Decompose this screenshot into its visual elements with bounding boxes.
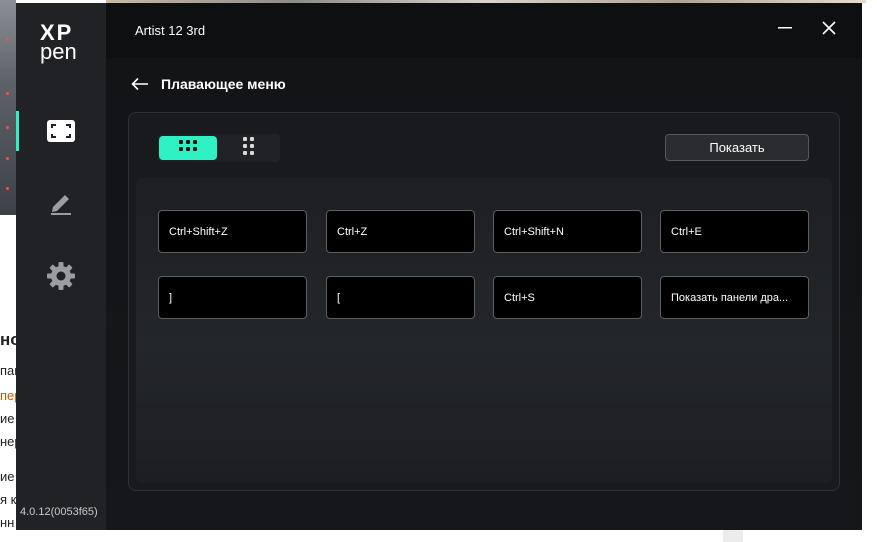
shortcut-key-8[interactable]: Показать панели дра... (660, 276, 809, 319)
shortcut-key-2[interactable]: Ctrl+Z (326, 210, 475, 253)
grid-view-button[interactable] (159, 136, 217, 160)
minimize-icon (777, 20, 793, 41)
shortcut-key-3[interactable]: Ctrl+Shift+N (493, 210, 642, 253)
screen-frame-icon (46, 119, 76, 143)
background-text: но (0, 330, 16, 349)
sidebar-item-settings[interactable] (16, 248, 106, 304)
background-text: я к (0, 492, 16, 507)
shortcut-key-7[interactable]: Ctrl+S (493, 276, 642, 319)
close-button[interactable] (814, 17, 844, 43)
page-header: Плавающее меню (131, 74, 286, 94)
page-title: Плавающее меню (161, 76, 286, 92)
view-toggle (158, 134, 280, 162)
app-window: XP pen 4.0.12(0053f65) Artist 12 3rd Пла… (16, 3, 862, 530)
shortcut-key-6[interactable]: [ (326, 276, 475, 319)
shortcut-grid: Ctrl+Shift+Z Ctrl+Z Ctrl+Shift+N Ctrl+E … (136, 178, 832, 483)
column-view-icon (243, 136, 255, 160)
xppen-logo: XP pen (40, 22, 84, 64)
sidebar-item-pen[interactable] (16, 174, 106, 230)
gear-icon (46, 261, 76, 291)
shortcut-key-5[interactable]: ] (158, 276, 307, 319)
background-text: пер (0, 388, 16, 403)
background-text: ие (0, 411, 15, 426)
background-text: пан (0, 363, 16, 378)
sidebar: XP pen 4.0.12(0053f65) (16, 3, 106, 530)
background-text: нер (0, 434, 16, 449)
background-image-strip (0, 0, 16, 215)
floating-menu-panel: Показать Ctrl+Shift+Z Ctrl+Z Ctrl+Shift+… (128, 112, 840, 491)
window-title: Artist 12 3rd (135, 23, 206, 38)
background-text: ие (0, 469, 15, 484)
logo-line-2: pen (40, 39, 77, 64)
shortcut-key-4[interactable]: Ctrl+E (660, 210, 809, 253)
show-button[interactable]: Показать (665, 134, 809, 161)
close-icon (822, 20, 836, 40)
sidebar-item-screen[interactable] (16, 103, 106, 159)
version-label: 4.0.12(0053f65) (20, 506, 98, 518)
background-bottom (0, 530, 877, 542)
shortcut-key-1[interactable]: Ctrl+Shift+Z (158, 210, 307, 253)
column-view-button[interactable] (220, 136, 278, 160)
arrow-left-icon[interactable] (131, 74, 151, 94)
background-text: нн (0, 515, 15, 530)
title-bar: Artist 12 3rd (106, 3, 862, 58)
main-content: Artist 12 3rd Плавающее меню Показать Ct… (106, 3, 862, 530)
grid-view-icon (179, 139, 197, 157)
minimize-button[interactable] (770, 17, 800, 43)
pen-icon (48, 189, 74, 215)
